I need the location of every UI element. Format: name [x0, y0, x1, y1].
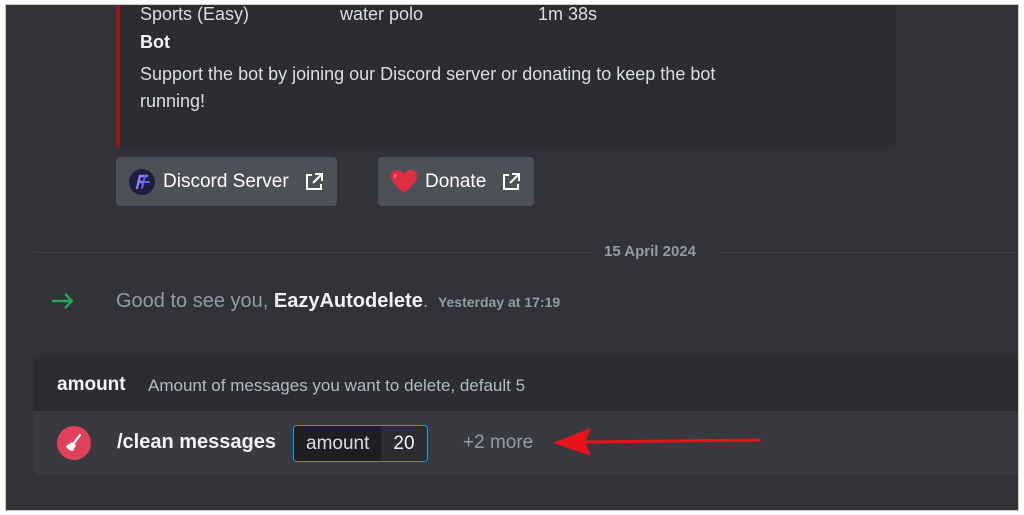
external-link-icon: [503, 172, 521, 190]
bot-embed: Sports (Easy) water polo 1m 38s Bot Supp…: [116, 4, 896, 147]
donate-button-label: Donate: [425, 170, 487, 192]
broom-app-icon: [57, 426, 91, 460]
message-timestamp: Yesterday at 17:19: [437, 294, 561, 310]
date-divider: 15 April 2024: [604, 243, 696, 260]
embed-category: Sports (Easy): [140, 4, 250, 24]
date-divider-line-left: [34, 252, 594, 253]
join-suffix: .: [422, 290, 429, 312]
more-options-link[interactable]: +2 more: [463, 432, 533, 454]
discord-server-logo-icon: [128, 168, 156, 196]
embed-word: water polo: [340, 4, 424, 24]
option-hint: amount Amount of messages you want to de…: [33, 357, 1018, 411]
join-username[interactable]: EazyAutodelete: [274, 290, 423, 312]
option-field-label: amount: [294, 426, 382, 461]
chat-view: Sports (Easy) water polo 1m 38s Bot Supp…: [5, 4, 1019, 511]
heart-icon: [390, 168, 418, 196]
join-prefix: Good to see you,: [116, 290, 274, 312]
external-link-icon: [305, 172, 323, 190]
date-divider-line-right: [718, 252, 1018, 253]
annotation-arrow-icon: [553, 428, 761, 456]
join-message: Good to see you, EazyAutodelete. Yesterd…: [6, 285, 1018, 325]
embed-accent-bar: [116, 5, 120, 147]
command-autocomplete-panel: amount Amount of messages you want to de…: [33, 357, 1018, 475]
option-description: Amount of messages you want to delete, d…: [148, 376, 526, 395]
embed-time: 1m 38s: [538, 4, 598, 24]
amount-option-field[interactable]: amount 20: [293, 425, 428, 462]
embed-field-text: Support the bot by joining our Discord s…: [140, 64, 716, 111]
discord-server-button-label: Discord Server: [163, 170, 289, 192]
join-arrow-icon: [52, 293, 74, 309]
option-name: amount: [57, 374, 126, 395]
donate-button[interactable]: Donate: [378, 157, 535, 206]
embed-field-title: Bot: [140, 32, 170, 52]
discord-server-button[interactable]: Discord Server: [116, 157, 337, 206]
command-input-row[interactable]: /clean messages amount 20 +2 more: [33, 411, 1018, 475]
command-name: /clean messages: [117, 431, 276, 453]
option-field-value[interactable]: 20: [381, 426, 427, 461]
